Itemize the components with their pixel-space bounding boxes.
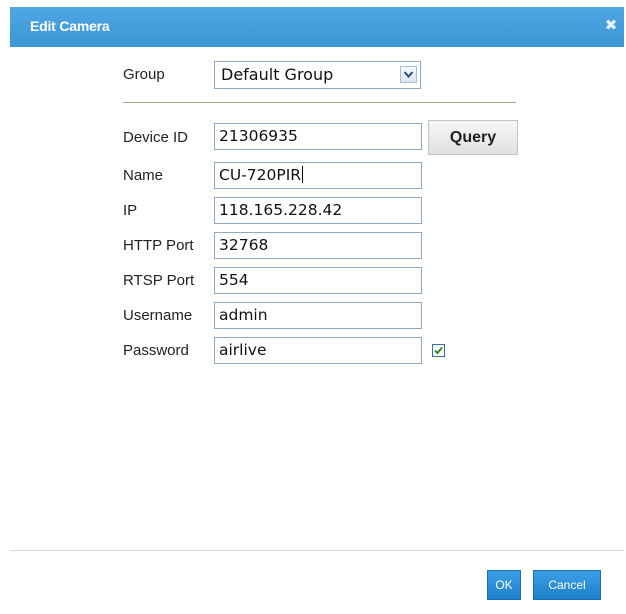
- username-label: Username: [123, 307, 193, 324]
- password-field[interactable]: airlive: [214, 337, 422, 364]
- rtsp-port-label: RTSP Port: [123, 272, 195, 289]
- device-id-label: Device ID: [123, 129, 189, 146]
- ip-label: IP: [123, 202, 138, 219]
- separator: [123, 102, 516, 103]
- close-icon[interactable]: ✖: [604, 18, 618, 33]
- http-port-label: HTTP Port: [123, 237, 194, 254]
- group-select[interactable]: Default Group: [214, 61, 421, 89]
- footer-separator: [10, 550, 624, 551]
- rtsp-port-field[interactable]: 554: [214, 267, 422, 294]
- http-port-field[interactable]: 32768: [214, 232, 422, 259]
- name-label: Name: [123, 167, 164, 184]
- group-select-value: Default Group: [221, 65, 334, 84]
- checkmark-icon: [434, 346, 443, 355]
- dialog-title: Edit Camera: [30, 18, 110, 34]
- text-caret: [302, 166, 304, 183]
- ip-field[interactable]: 118.165.228.42: [214, 197, 422, 224]
- dialog-titlebar: Edit Camera ✖: [10, 7, 624, 47]
- group-label: Group: [123, 66, 165, 83]
- ok-button[interactable]: OK: [487, 570, 521, 600]
- cancel-button[interactable]: Cancel: [533, 570, 601, 600]
- show-password-checkbox[interactable]: [432, 344, 445, 357]
- device-id-field[interactable]: 21306935: [214, 123, 422, 150]
- chevron-down-icon[interactable]: [400, 66, 417, 83]
- query-button[interactable]: Query: [428, 120, 518, 155]
- password-label: Password: [123, 342, 189, 359]
- name-field-value: CU-720PIR: [219, 166, 302, 184]
- username-field[interactable]: admin: [214, 302, 422, 329]
- name-field[interactable]: CU-720PIR: [214, 162, 422, 189]
